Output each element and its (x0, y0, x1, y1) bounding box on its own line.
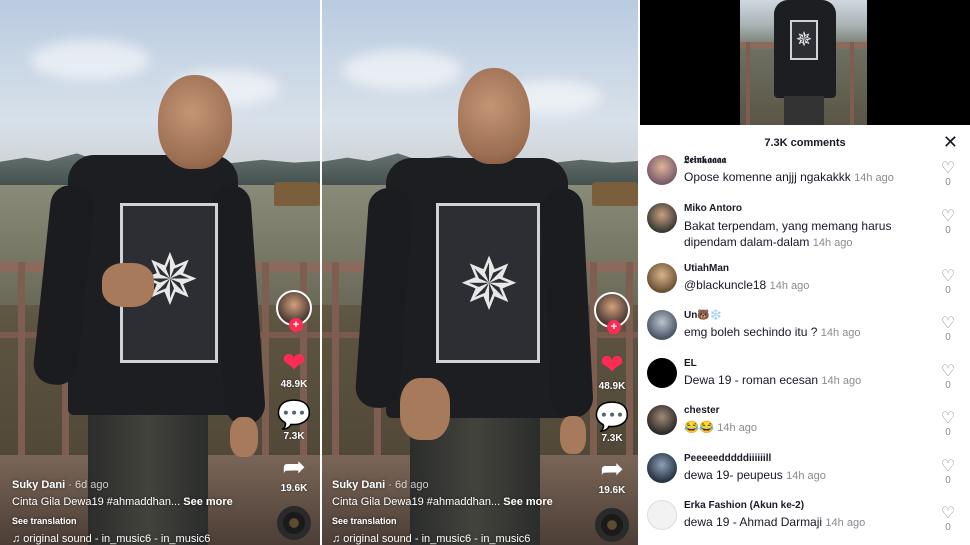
comment-count: 7.3K (283, 431, 305, 442)
comment-time: 14h ago (825, 517, 866, 529)
action-sidebar: + ❤ 48.9K 💬 7.3K ➦ 19.6K (274, 290, 314, 540)
commenter-name[interactable]: Un🐻❄️ (684, 310, 722, 321)
comment-item: chester 😂😂 14h ago ♡ 0 (640, 402, 970, 450)
commenter-name[interactable]: UtiahMan (684, 263, 729, 274)
close-icon[interactable]: ✕ (943, 132, 958, 153)
comment-item: Un🐻❄️ emg boleh sechindo itu ? 14h ago ♡… (640, 307, 970, 355)
share-arrow-icon[interactable]: ➦ (600, 454, 623, 484)
video-description: Cinta Gila Dewa19 #ahmaddhan... (332, 496, 501, 508)
video-caption: Suky Dani · 6d ago Cinta Gila Dewa19 #ah… (332, 479, 582, 545)
comment-text: @blackuncle18 (684, 277, 767, 292)
video-caption: Suky Dani · 6d ago Cinta Gila Dewa19 #ah… (12, 479, 262, 545)
heart-icon[interactable]: ❤ (600, 350, 623, 380)
comment-time: 14h ago (820, 327, 861, 339)
video-player-1[interactable]: ✵ + ❤ 48.9K 💬 7.3K ➦ 19.6K Suky Dani · 6… (0, 0, 320, 545)
video-preview[interactable]: ✵ (640, 0, 970, 125)
see-more-link[interactable]: See more (183, 496, 233, 508)
comment-like-count: 0 (945, 177, 951, 188)
commenter-name[interactable]: 𝕷𝖊𝖎𝖓𝖐𝖆𝖆𝖆𝖆 (684, 155, 726, 166)
heart-outline-icon[interactable]: ♡ (938, 410, 958, 426)
comment-item: Miko Antoro Bakat terpendam, yang memang… (640, 200, 970, 260)
heart-outline-icon[interactable]: ♡ (938, 315, 958, 331)
commenter-name[interactable]: chester (684, 405, 720, 416)
commenter-avatar[interactable] (647, 310, 677, 340)
video-frame: ✵ (322, 0, 638, 545)
follow-button[interactable]: + (289, 318, 303, 332)
post-time: · 6d ago (388, 479, 429, 491)
comment-like-count: 0 (945, 284, 951, 296)
comment-count: 7.3K (601, 433, 623, 444)
comment-time: 14h ago (786, 469, 826, 482)
share-count: 19.6K (280, 483, 308, 494)
author-name[interactable]: Suky Dani (332, 479, 385, 491)
heart-outline-icon[interactable]: ♡ (938, 160, 958, 176)
sound-link[interactable]: ♫ original sound - in_music6 - in_music6 (12, 533, 262, 545)
post-time: · 6d ago (68, 479, 109, 491)
comment-time: 14h ago (821, 374, 862, 387)
heart-outline-icon[interactable]: ♡ (938, 207, 958, 224)
commenter-avatar[interactable] (647, 405, 677, 435)
comment-like-count: 0 (945, 224, 951, 236)
like-count: 48.9K (598, 381, 626, 392)
follow-button[interactable]: + (607, 320, 621, 334)
sound-link[interactable]: ♫ original sound - in_music6 - in_music6 (332, 533, 582, 545)
comment-list: 𝕷𝖊𝖎𝖓𝖐𝖆𝖆𝖆𝖆 Opose komenne anjjj ngakakkk 1… (640, 152, 970, 545)
comment-text: Opose komenne anjjj ngakakkk (684, 170, 851, 184)
comment-item: UtiahMan @blackuncle18 14h ago ♡ 0 (640, 260, 970, 308)
see-translation-link[interactable]: See translation (332, 516, 582, 526)
heart-outline-icon[interactable]: ♡ (938, 457, 958, 474)
commenter-avatar[interactable] (647, 357, 677, 388)
commenter-name[interactable]: Miko Antoro (684, 203, 742, 214)
comment-like-count: 0 (945, 379, 951, 391)
commenter-avatar[interactable] (647, 155, 677, 185)
comment-like-count: 0 (945, 522, 951, 533)
creator-avatar[interactable]: + (276, 290, 312, 332)
action-sidebar: + ❤ 48.9K 💬 7.3K ➦ 19.6K (592, 292, 632, 542)
comment-text: Bakat terpendam, yang memang harus dipen… (684, 218, 892, 249)
commenter-avatar[interactable] (647, 452, 677, 483)
comment-like-count: 0 (945, 332, 951, 343)
comment-text: dewa 19- peupeus (684, 467, 783, 482)
sound-disc-icon[interactable] (595, 508, 629, 542)
comment-item: EL Dewa 19 - roman ecesan 14h ago ♡ 0 (640, 355, 970, 403)
comment-text: Dewa 19 - roman ecesan (684, 372, 819, 387)
heart-icon[interactable]: ❤ (282, 348, 305, 378)
comment-text: 😂😂 (684, 420, 714, 434)
comment-time: 14h ago (717, 422, 757, 434)
see-more-link[interactable]: See more (503, 496, 553, 508)
commenter-avatar[interactable] (647, 500, 677, 530)
heart-outline-icon[interactable]: ♡ (938, 362, 958, 379)
video-description: Cinta Gila Dewa19 #ahmaddhan... (12, 496, 181, 508)
comments-count-title: 7.3K comments (764, 137, 846, 149)
commenter-name[interactable]: Erka Fashion (Akun ke-2) (684, 500, 804, 511)
video-frame: ✵ (0, 0, 320, 545)
author-name[interactable]: Suky Dani (12, 479, 65, 491)
heart-outline-icon[interactable]: ♡ (938, 267, 958, 284)
commenter-avatar[interactable] (647, 202, 677, 233)
comment-like-count: 0 (945, 474, 951, 486)
share-count: 19.6K (598, 485, 626, 496)
heart-outline-icon[interactable]: ♡ (938, 505, 958, 521)
see-translation-link[interactable]: See translation (12, 516, 262, 526)
comment-item: Erka Fashion (Akun ke-2) dewa 19 - Ahmad… (640, 497, 970, 545)
comment-item: 𝕷𝖊𝖎𝖓𝖐𝖆𝖆𝖆𝖆 Opose komenne anjjj ngakakkk 1… (640, 152, 970, 200)
comment-bubble-icon[interactable]: 💬 (595, 402, 630, 432)
commenter-name[interactable]: EL (684, 358, 697, 369)
comment-text: dewa 19 - Ahmad Darmaji (684, 515, 823, 529)
comment-bubble-icon[interactable]: 💬 (277, 400, 312, 430)
comment-item: Peeeeedddddiiiiiill dewa 19- peupeus 14h… (640, 450, 970, 498)
share-arrow-icon[interactable]: ➦ (282, 452, 305, 482)
commenter-avatar[interactable] (647, 262, 677, 293)
video-player-2[interactable]: ✵ + ❤ 48.9K 💬 7.3K ➦ 19.6K Suky Dani · 6… (322, 0, 638, 545)
comment-time: 14h ago (769, 279, 810, 292)
comment-time: 14h ago (854, 172, 894, 184)
like-count: 48.9K (280, 379, 308, 390)
comment-time: 14h ago (812, 236, 853, 249)
comments-view: ✵ 7.3K comments ✕ 𝕷𝖊𝖎𝖓𝖐𝖆𝖆𝖆𝖆 Opose komenn… (640, 0, 970, 545)
sound-disc-icon[interactable] (277, 506, 311, 540)
creator-avatar[interactable]: + (594, 292, 630, 334)
comment-text: emg boleh sechindo itu ? (684, 325, 818, 339)
comment-like-count: 0 (945, 427, 951, 438)
commenter-name[interactable]: Peeeeedddddiiiiiill (684, 453, 771, 464)
